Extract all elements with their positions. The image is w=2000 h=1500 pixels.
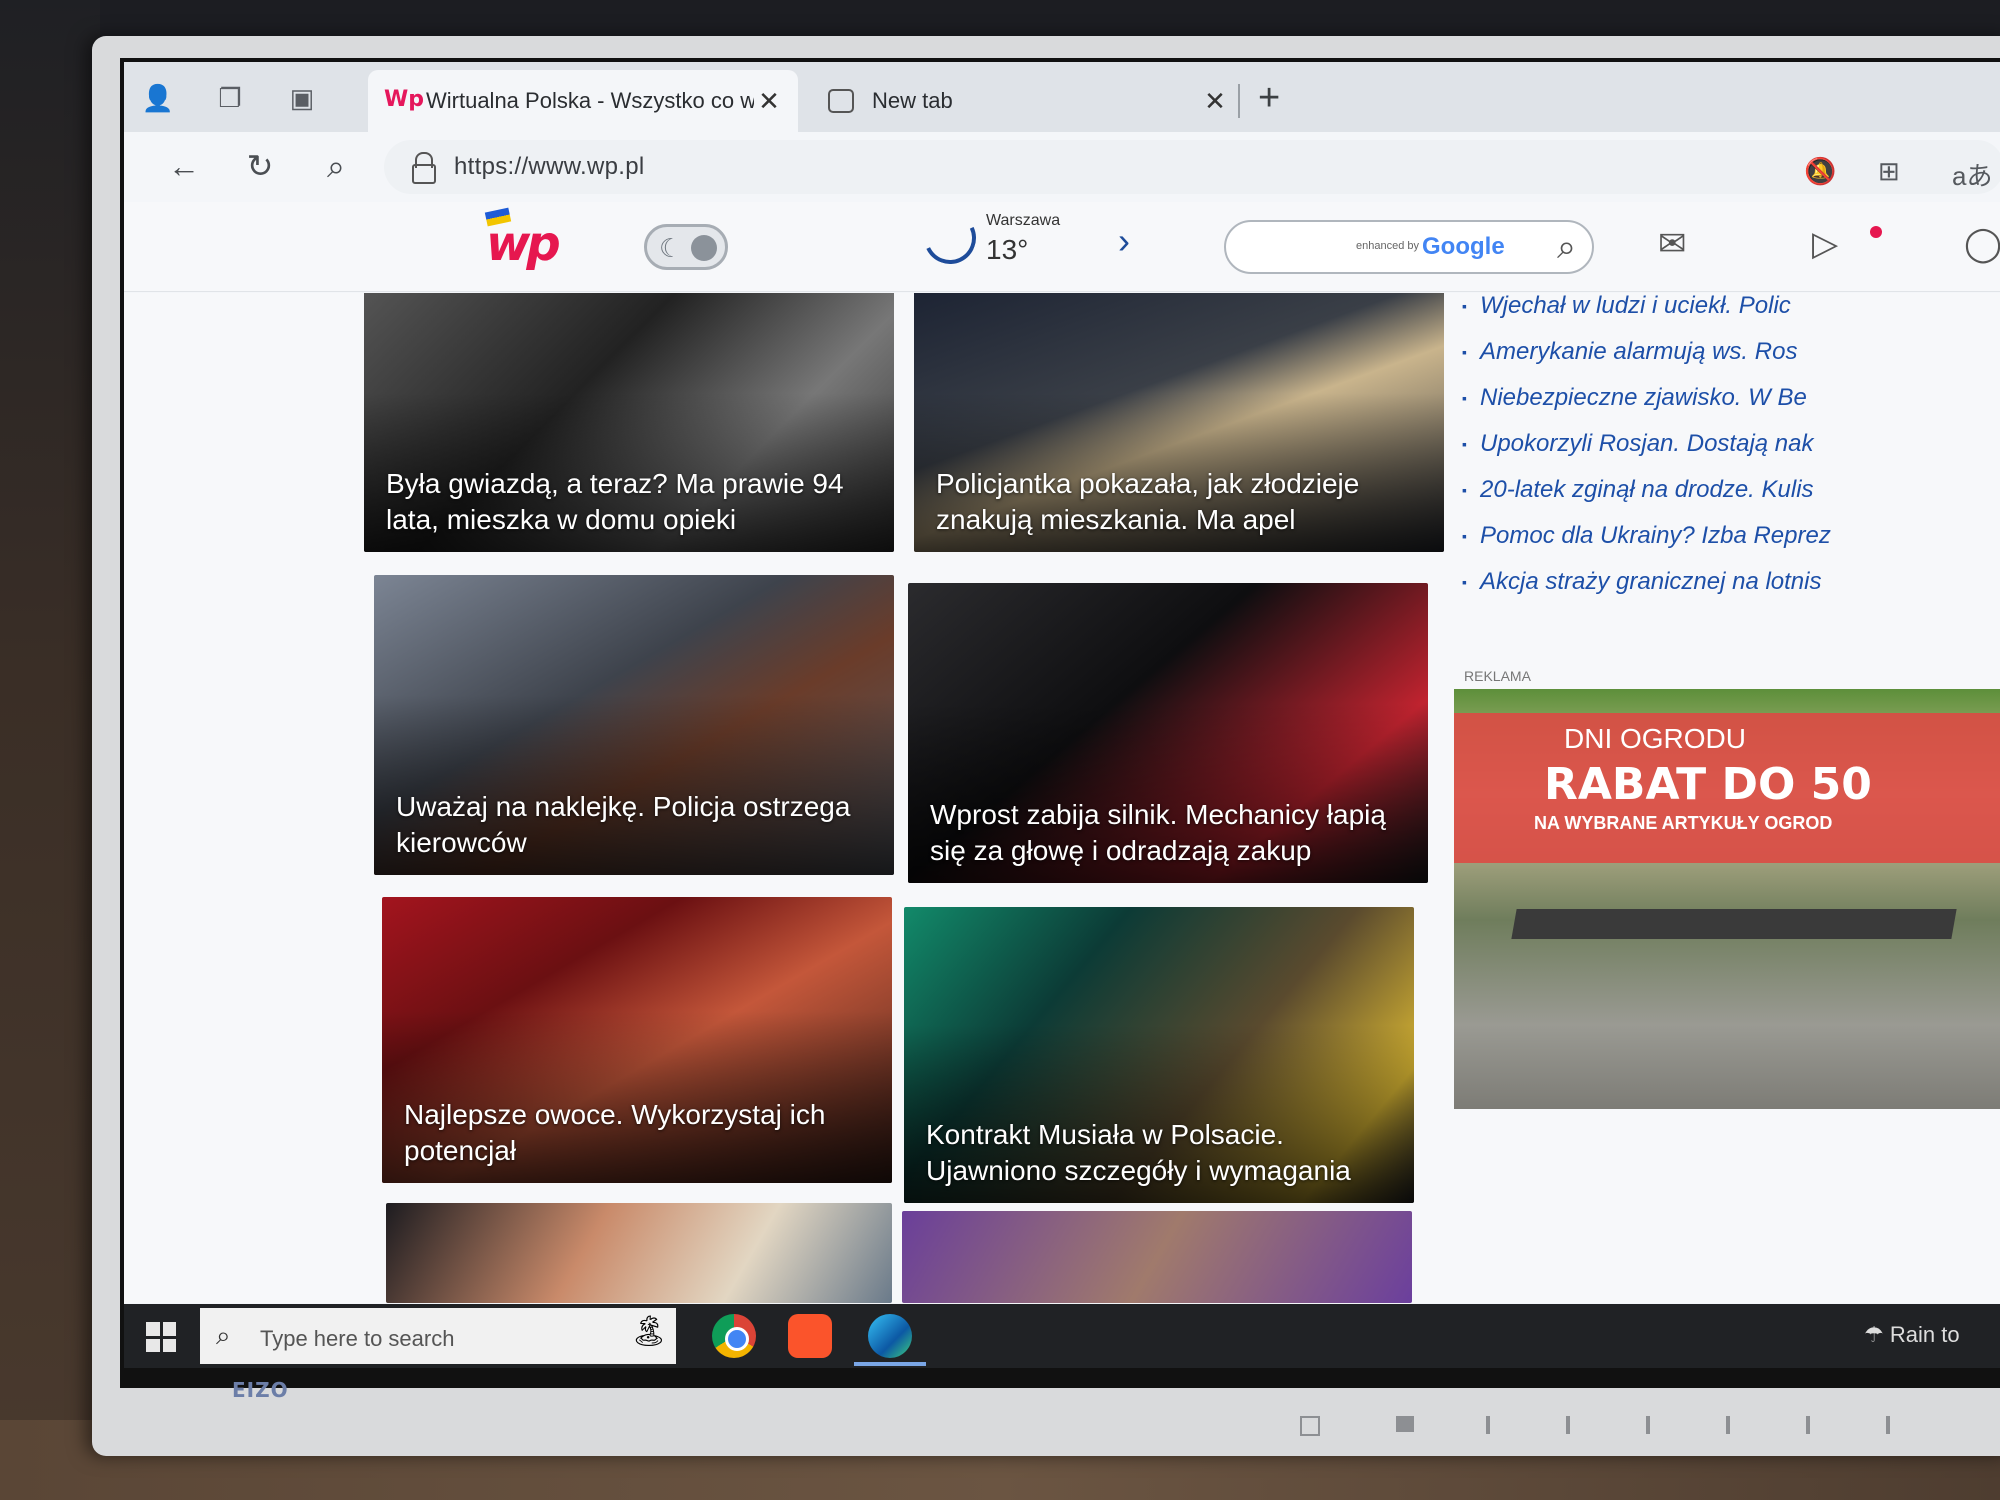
tab-strip: 👤 ❐ ▣ Wp Wirtualna Polska - Wszystko co … <box>124 62 2000 132</box>
user-account-icon[interactable]: ◯ <box>1964 224 2000 264</box>
new-tab-page-icon <box>828 89 854 113</box>
windows-start-icon[interactable] <box>146 1322 176 1352</box>
article-card[interactable] <box>902 1211 1412 1303</box>
dark-mode-toggle[interactable]: ☾ <box>644 224 728 270</box>
monitor-buttons <box>1300 1410 2000 1440</box>
tab-new-tab[interactable]: New tab ✕ <box>804 70 1244 132</box>
article-caption: Kontrakt Musiała w Polsacie. Ujawniono s… <box>926 1119 1351 1186</box>
close-icon[interactable]: ✕ <box>1200 86 1230 117</box>
main-content: Była gwiazdą, a teraz? Ma prawie 94 lata… <box>124 293 2000 1303</box>
article-caption: Uważaj na naklejkę. Policja ostrzega kie… <box>396 791 851 858</box>
article-card[interactable]: Wprost zabija silnik. Mechanicy łapią si… <box>908 583 1428 883</box>
toggle-knob <box>691 235 717 261</box>
extensions-icon[interactable]: ⊞ <box>1878 156 1900 187</box>
tab-divider <box>1238 84 1240 118</box>
news-link[interactable]: Wjechał w ludzi i uciekł. Polic <box>1462 293 2000 329</box>
lock-icon[interactable] <box>412 152 436 184</box>
article-caption: Była gwiazdą, a teraz? Ma prawie 94 lata… <box>386 468 844 535</box>
article-card[interactable]: Była gwiazdą, a teraz? Ma prawie 94 lata… <box>364 293 894 552</box>
news-link[interactable]: 20-latek zginął na drodze. Kulis <box>1462 467 2000 513</box>
active-app-indicator <box>854 1362 926 1366</box>
news-link[interactable]: Akcja straży granicznej na lotnis <box>1462 559 2000 605</box>
ad-furniture-image <box>1511 909 1957 939</box>
article-card[interactable]: Policjantka pokazała, jak złodzieje znak… <box>914 293 1444 552</box>
moon-icon: ☾ <box>659 233 683 263</box>
weather-city[interactable]: Warszawa <box>986 212 1060 230</box>
video-icon[interactable]: ▷ <box>1812 224 1838 264</box>
chrome-icon[interactable] <box>712 1314 756 1358</box>
article-card[interactable]: Najlepsze owoce. Wykorzystaj ich potencj… <box>382 897 892 1183</box>
profile-icon[interactable]: 👤 <box>140 80 176 116</box>
news-link[interactable]: Pomoc dla Ukrainy? Izba Reprez <box>1462 513 2000 559</box>
article-caption: Policjantka pokazała, jak złodzieje znak… <box>936 468 1360 535</box>
ad-headline: DNI OGRODU <box>1564 723 1746 754</box>
vertical-tabs-icon[interactable]: ▣ <box>284 80 320 116</box>
umbrella-icon: ☂ <box>1864 1322 1890 1347</box>
island-highlight-icon: 🏝 <box>629 1315 668 1348</box>
screen: 👤 ❐ ▣ Wp Wirtualna Polska - Wszystko co … <box>124 62 2000 1368</box>
monitor-brand: EIZO <box>232 1378 289 1402</box>
windows-taskbar: ⌕ Type here to search 🏝 ☂ Rain to <box>124 1304 2000 1368</box>
brave-icon[interactable] <box>788 1314 832 1358</box>
wp-favicon-icon: Wp <box>384 87 425 112</box>
wp-logo[interactable]: wp <box>486 216 561 272</box>
search-enhanced-label: enhanced by <box>1356 240 1419 252</box>
ad-label: REKLAMA <box>1464 668 1531 684</box>
search-icon[interactable]: ⌕ <box>316 146 356 186</box>
news-link[interactable]: Upokorzyli Rosjan. Dostają nak <box>1462 421 2000 467</box>
read-aloud-icon[interactable]: aあ <box>1952 156 1992 193</box>
notifications-muted-icon[interactable]: 🔕 <box>1804 156 1836 187</box>
article-caption: Najlepsze owoce. Wykorzystaj ich potencj… <box>404 1099 826 1166</box>
taskbar-weather[interactable]: ☂ Rain to <box>1864 1322 1960 1348</box>
google-label: Google <box>1422 233 1505 260</box>
browser-toolbar: ← ↻ ⌕ https://www.wp.pl 🔕 ⊞ aあ <box>124 132 2000 202</box>
taskbar-search-input[interactable]: ⌕ Type here to search 🏝 <box>200 1308 676 1364</box>
article-card[interactable]: Uważaj na naklejkę. Policja ostrzega kie… <box>374 575 894 875</box>
tab-title: Wirtualna Polska - Wszystko co w <box>426 88 754 113</box>
workspaces-icon[interactable]: ❐ <box>212 80 248 116</box>
search-icon[interactable]: ⌕ <box>1557 228 1576 267</box>
article-card[interactable]: Kontrakt Musiała w Polsacie. Ujawniono s… <box>904 907 1414 1203</box>
taskbar-search-placeholder: Type here to search <box>260 1326 455 1351</box>
mail-icon[interactable]: ✉ <box>1658 224 1687 264</box>
article-caption: Wprost zabija silnik. Mechanicy łapią si… <box>930 799 1386 866</box>
address-bar[interactable]: https://www.wp.pl 🔕 ⊞ aあ <box>384 140 2000 194</box>
weather-temperature: 13° <box>986 234 1029 265</box>
news-link[interactable]: Niebezpieczne zjawisko. W Be <box>1462 375 2000 421</box>
news-link[interactable]: Amerykanie alarmują ws. Ros <box>1462 329 2000 375</box>
wp-header: wp ☾ Warszawa 13° › enhanced by Google ⌕… <box>124 202 2000 292</box>
article-card[interactable] <box>386 1203 892 1303</box>
back-arrow-icon[interactable]: ← <box>164 146 204 186</box>
weather-night-icon <box>916 204 984 272</box>
ad-banner[interactable]: DNI OGRODU RABAT DO 50 NA WYBRANE ARTYKU… <box>1454 689 2000 1109</box>
url-text[interactable]: https://www.wp.pl <box>454 153 645 181</box>
edge-icon[interactable] <box>868 1314 912 1358</box>
ad-discount: RABAT DO 50 <box>1544 759 1872 810</box>
search-icon: ⌕ <box>216 1320 231 1350</box>
news-list: Wjechał w ludzi i uciekł. Polic Amerykan… <box>1462 293 2000 605</box>
reload-icon[interactable]: ↻ <box>240 146 280 186</box>
new-tab-button[interactable]: + <box>1258 76 1280 120</box>
background-desk <box>0 0 100 1500</box>
close-icon[interactable]: ✕ <box>754 86 784 117</box>
site-search-input[interactable]: enhanced by Google ⌕ <box>1224 220 1594 274</box>
chevron-right-icon[interactable]: › <box>1118 220 1130 262</box>
ad-subline: NA WYBRANE ARTYKUŁY OGROD <box>1534 813 1833 833</box>
notification-dot <box>1870 226 1882 238</box>
tab-wirtualna-polska[interactable]: Wp Wirtualna Polska - Wszystko co w ✕ <box>368 70 798 132</box>
background-wall <box>0 0 2000 40</box>
tab-title: New tab <box>872 88 953 113</box>
taskbar-weather-text: Rain to <box>1889 1322 1960 1347</box>
